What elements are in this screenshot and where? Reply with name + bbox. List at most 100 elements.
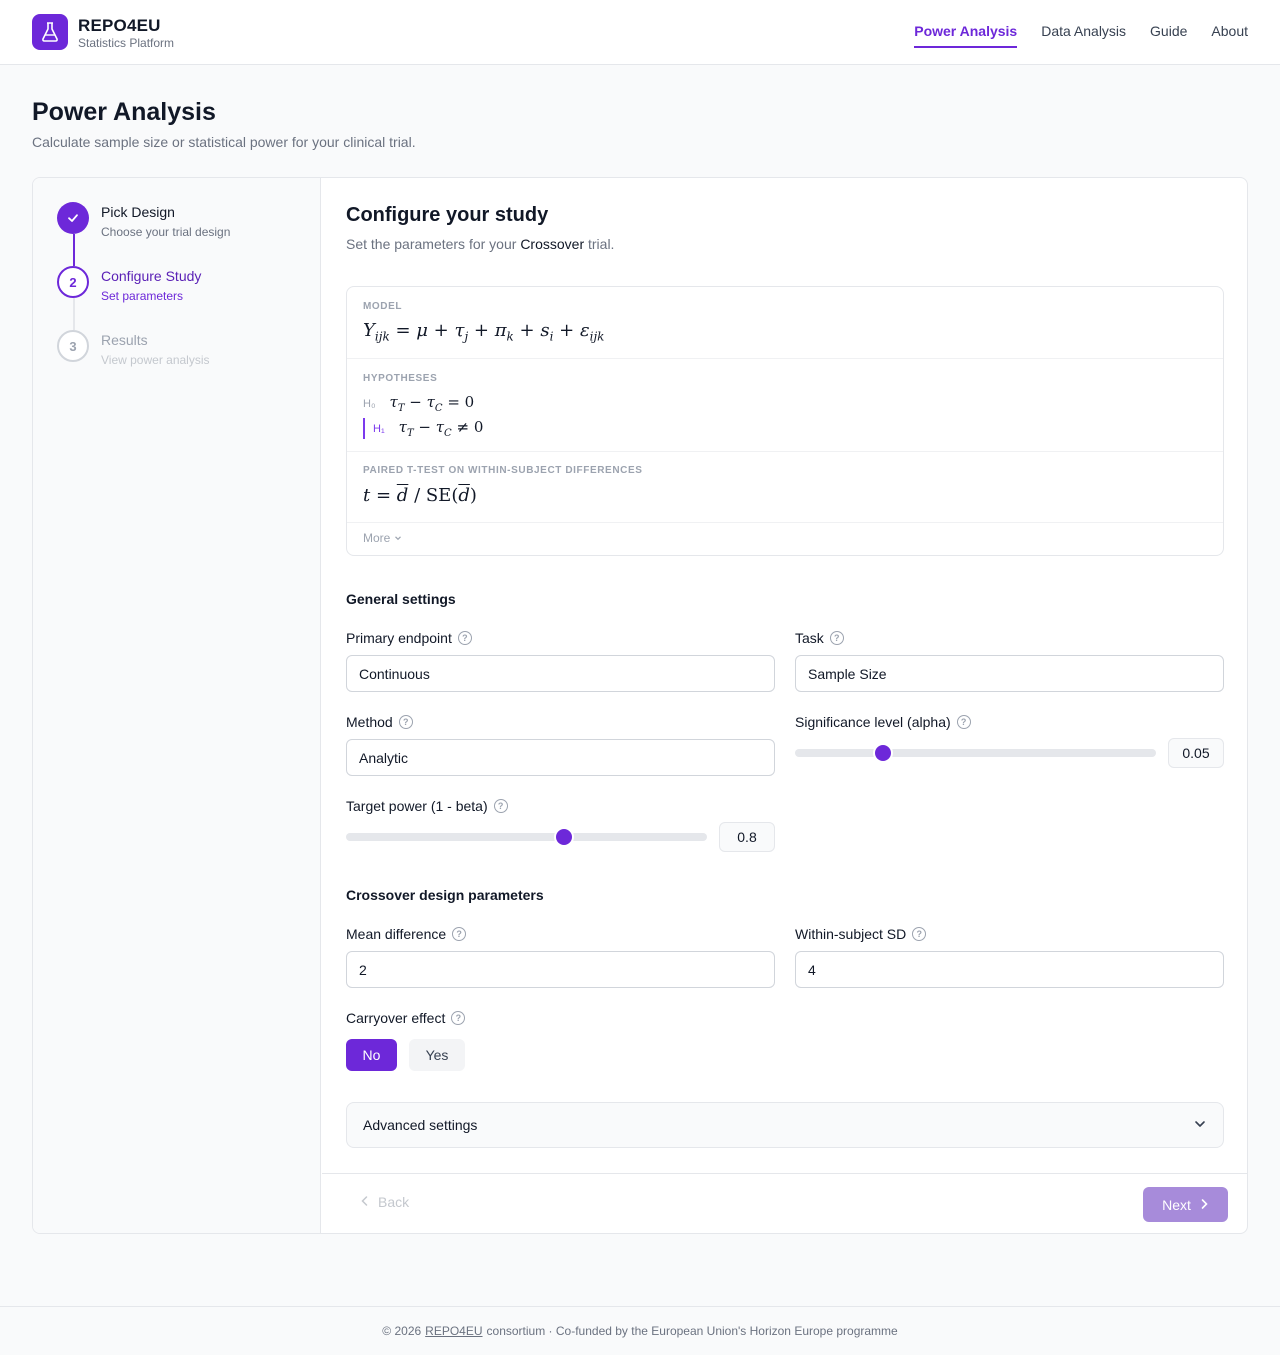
label-text: Task — [795, 630, 824, 646]
chevron-left-icon — [360, 1194, 370, 1210]
more-toggle[interactable]: More — [363, 531, 402, 545]
help-icon[interactable]: ? — [457, 631, 472, 645]
test-formula: t = d / SE(d) — [363, 485, 477, 506]
label-text: Mean difference — [346, 926, 447, 942]
step-pick-design[interactable]: Pick Design Choose your trial design — [57, 202, 297, 242]
general-settings-heading: General settings — [346, 591, 456, 607]
model-section: MODEL Yijk = μ + τj + πk + si + εijk — [347, 287, 1223, 359]
wizard-card: Pick Design Choose your trial design 2 C… — [32, 177, 1248, 1234]
task-select[interactable]: Sample Size — [795, 655, 1224, 692]
h1-tag: H₁ — [373, 422, 385, 435]
step-results: 3 Results View power analysis — [57, 330, 297, 370]
main-nav: Power Analysis Data Analysis Guide About — [914, 20, 1248, 48]
flask-icon[interactable] — [32, 14, 68, 50]
chevron-right-icon — [1199, 1197, 1209, 1213]
power-label: Target power (1 - beta) ? — [346, 798, 508, 814]
help-icon[interactable]: ? — [451, 1011, 466, 1025]
step-connector — [73, 298, 75, 330]
label-text: Method — [346, 714, 393, 730]
model-label: MODEL — [363, 301, 403, 312]
label-text: Significance level (alpha) — [795, 714, 951, 730]
subtitle-text: trial. — [588, 236, 615, 252]
back-label: Back — [378, 1194, 410, 1210]
help-icon[interactable]: ? — [452, 927, 467, 941]
back-button[interactable]: Back — [360, 1194, 409, 1210]
help-icon[interactable]: ? — [493, 799, 508, 813]
power-slider-thumb[interactable] — [556, 829, 573, 845]
step-connector — [73, 234, 75, 266]
chevron-down-icon — [1193, 1117, 1207, 1136]
nav-power-analysis[interactable]: Power Analysis — [914, 20, 1018, 48]
alpha-value[interactable]: 0.05 — [1168, 738, 1224, 768]
alpha-label: Significance level (alpha) ? — [795, 714, 971, 730]
section-subtitle: Set the parameters for your Crossover tr… — [346, 236, 614, 252]
help-icon[interactable]: ? — [829, 631, 844, 645]
primary-endpoint-label: Primary endpoint ? — [346, 630, 472, 646]
label-text: Primary endpoint — [346, 630, 452, 646]
power-value[interactable]: 0.8 — [719, 822, 775, 852]
alpha-slider-thumb[interactable] — [875, 745, 892, 761]
step-description: Choose your trial design — [101, 225, 231, 239]
model-formula: Yijk = μ + τj + πk + si + εijk — [363, 320, 605, 344]
test-label: PAIRED T-TEST ON WITHIN-SUBJECT DIFFEREN… — [363, 465, 643, 476]
mean-difference-input[interactable]: 2 — [346, 951, 775, 988]
top-navigation-bar: REPO4EU Statistics Platform Power Analys… — [0, 0, 1280, 65]
stepper: Pick Design Choose your trial design 2 C… — [33, 178, 321, 1233]
nav-guide[interactable]: Guide — [1150, 20, 1187, 48]
advanced-settings-label: Advanced settings — [363, 1117, 478, 1133]
check-icon — [57, 202, 89, 234]
chevron-down-icon — [394, 531, 402, 545]
carryover-yes-button[interactable]: Yes — [409, 1039, 465, 1071]
hypotheses-section: HYPOTHESES H₀ τT − τC = 0 H₁ τT − τC ≠ 0 — [347, 359, 1223, 452]
next-label: Next — [1162, 1196, 1191, 1213]
step-number: 2 — [57, 266, 89, 298]
within-sd-label: Within-subject SD ? — [795, 926, 927, 942]
footer-text: consortium · Co-funded by the European U… — [486, 1324, 898, 1338]
step-description: View power analysis — [101, 353, 210, 367]
null-hypothesis: H₀ τT − τC = 0 — [363, 393, 475, 414]
configure-panel: Configure your study Set the parameters … — [322, 178, 1247, 1233]
carryover-label: Carryover effect ? — [346, 1010, 466, 1026]
primary-endpoint-select[interactable]: Continuous — [346, 655, 775, 692]
page-subtitle: Calculate sample size or statistical pow… — [32, 134, 416, 150]
carryover-no-button[interactable]: No — [346, 1039, 397, 1071]
brand-name[interactable]: REPO4EU — [78, 16, 161, 36]
advanced-settings-toggle[interactable]: Advanced settings — [346, 1102, 1224, 1148]
footer-link[interactable]: REPO4EU — [425, 1324, 482, 1338]
page-title: Power Analysis — [32, 98, 216, 126]
section-heading: Configure your study — [346, 204, 549, 226]
site-footer: © 2026 REPO4EU consortium · Co-funded by… — [0, 1306, 1280, 1355]
hypotheses-label: HYPOTHESES — [363, 373, 438, 384]
label-text: Within-subject SD — [795, 926, 907, 942]
model-summary: MODEL Yijk = μ + τj + πk + si + εijk HYP… — [346, 286, 1224, 556]
brand-subtitle: Statistics Platform — [78, 36, 175, 50]
next-button[interactable]: Next — [1143, 1187, 1228, 1222]
label-text: Carryover effect — [346, 1010, 446, 1026]
nav-about[interactable]: About — [1211, 20, 1248, 48]
help-icon[interactable]: ? — [956, 715, 971, 729]
alpha-slider[interactable] — [795, 745, 1156, 761]
step-title: Pick Design — [101, 204, 175, 220]
more-label: More — [363, 531, 391, 545]
step-number: 3 — [57, 330, 89, 362]
wizard-actions: Back Next — [322, 1173, 1247, 1233]
nav-data-analysis[interactable]: Data Analysis — [1041, 20, 1126, 48]
method-label: Method ? — [346, 714, 413, 730]
h0-tag: H₀ — [363, 397, 376, 410]
task-label: Task ? — [795, 630, 844, 646]
subtitle-text: Set the parameters for your — [346, 236, 517, 252]
method-select[interactable]: Analytic — [346, 739, 775, 776]
step-configure-study[interactable]: 2 Configure Study Set parameters — [57, 266, 297, 306]
footer-copyright: © 2026 — [382, 1324, 422, 1338]
power-slider[interactable] — [346, 829, 707, 845]
crossover-params-heading: Crossover design parameters — [346, 887, 544, 903]
help-icon[interactable]: ? — [398, 715, 413, 729]
step-description: Set parameters — [101, 289, 184, 303]
within-sd-input[interactable]: 4 — [795, 951, 1224, 988]
test-section: PAIRED T-TEST ON WITHIN-SUBJECT DIFFEREN… — [347, 452, 1223, 523]
step-title: Configure Study — [101, 268, 202, 284]
design-name: Crossover — [520, 236, 585, 252]
help-icon[interactable]: ? — [912, 927, 927, 941]
label-text: Target power (1 - beta) — [346, 798, 488, 814]
alternative-hypothesis: H₁ τT − τC ≠ 0 — [363, 418, 483, 439]
